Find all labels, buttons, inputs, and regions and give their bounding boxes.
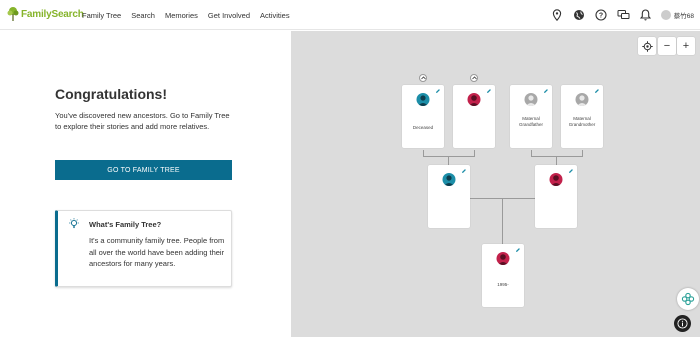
edit-pencil-icon[interactable]	[568, 168, 574, 174]
connector-line	[556, 156, 557, 165]
zoom-out-button[interactable]: −	[658, 37, 676, 55]
person-card-maternal-grandmother[interactable]: Maternal Grandmother	[561, 85, 603, 148]
edit-pencil-icon[interactable]	[594, 88, 600, 94]
connector-line	[502, 198, 503, 244]
edit-pencil-icon[interactable]	[543, 88, 549, 94]
chevron-up-icon	[471, 76, 477, 80]
location-pin-icon[interactable]	[551, 8, 564, 21]
person-label: Deceased	[412, 125, 434, 130]
header-tools: ? 蔡竹68	[551, 8, 694, 21]
lightbulb-icon	[69, 218, 79, 229]
expand-ancestors-button[interactable]	[470, 74, 478, 82]
info-card: What's Family Tree? It's a community fam…	[55, 210, 232, 287]
intro-text: You've discovered new ancestors. Go to F…	[55, 111, 230, 131]
person-card-self[interactable]: 1995-	[482, 244, 524, 307]
page-title: Congratulations!	[55, 86, 167, 102]
nav-family-tree[interactable]: Family Tree	[82, 11, 121, 20]
edit-pencil-icon[interactable]	[515, 247, 521, 253]
person-card-paternal-grandfather[interactable]: Deceased	[402, 85, 444, 148]
connector-line	[423, 156, 475, 157]
nav-activities[interactable]: Activities	[260, 11, 290, 20]
male-avatar-icon	[416, 93, 430, 106]
tree-logo-icon	[7, 7, 19, 21]
person-label: Maternal Grandmother	[568, 116, 596, 127]
svg-text:?: ?	[599, 12, 603, 19]
unknown-avatar-icon	[575, 93, 589, 106]
nav-get-involved[interactable]: Get Involved	[208, 11, 250, 20]
info-icon	[677, 318, 688, 329]
info-button[interactable]	[674, 315, 691, 332]
edit-pencil-icon[interactable]	[461, 168, 467, 174]
sparkle-flower-icon	[681, 292, 695, 306]
person-card-maternal-grandfather[interactable]: Maternal Grandfather	[510, 85, 552, 148]
connector-line	[531, 156, 583, 157]
brand-name: FamilySearch	[21, 8, 84, 20]
connector-line	[448, 156, 449, 165]
left-panel	[0, 31, 291, 337]
target-icon	[641, 40, 653, 52]
user-menu[interactable]: 蔡竹68	[660, 9, 694, 20]
person-card-mother[interactable]	[535, 165, 577, 228]
female-avatar-icon	[496, 252, 510, 265]
person-card-paternal-grandmother[interactable]	[453, 85, 495, 148]
female-avatar-icon	[467, 93, 481, 106]
messages-icon[interactable]	[617, 8, 630, 21]
edit-pencil-icon[interactable]	[486, 88, 492, 94]
assistant-button[interactable]	[677, 288, 699, 310]
person-label: 1995-	[497, 282, 509, 287]
info-text: It's a community family tree. People fro…	[89, 236, 225, 268]
globe-icon[interactable]	[573, 8, 586, 21]
bell-icon[interactable]	[639, 8, 652, 21]
family-tree-canvas[interactable]: − + Deceased Maternal Grandfather Matern…	[291, 31, 700, 337]
chevron-up-icon	[420, 76, 426, 80]
help-icon[interactable]: ?	[595, 8, 608, 21]
female-avatar-icon	[549, 173, 563, 186]
familysearch-logo[interactable]: FamilySearch	[7, 6, 84, 22]
nav-memories[interactable]: Memories	[165, 11, 198, 20]
nav-search[interactable]: Search	[131, 11, 155, 20]
user-name: 蔡竹68	[673, 12, 694, 20]
unknown-avatar-icon	[524, 93, 538, 106]
person-label: Maternal Grandfather	[518, 116, 543, 127]
info-heading: What's Family Tree?	[89, 220, 162, 229]
top-nav-bar: FamilySearch Family Tree Search Memories…	[0, 0, 700, 30]
avatar	[660, 9, 671, 20]
main-nav: Family Tree Search Memories Get Involved…	[82, 11, 290, 20]
person-card-father[interactable]	[428, 165, 470, 228]
recenter-button[interactable]	[638, 37, 656, 55]
go-to-family-tree-button[interactable]: GO TO FAMILY TREE	[55, 160, 232, 180]
zoom-in-button[interactable]: +	[677, 37, 695, 55]
expand-ancestors-button[interactable]	[419, 74, 427, 82]
male-avatar-icon	[442, 173, 456, 186]
edit-pencil-icon[interactable]	[435, 88, 441, 94]
